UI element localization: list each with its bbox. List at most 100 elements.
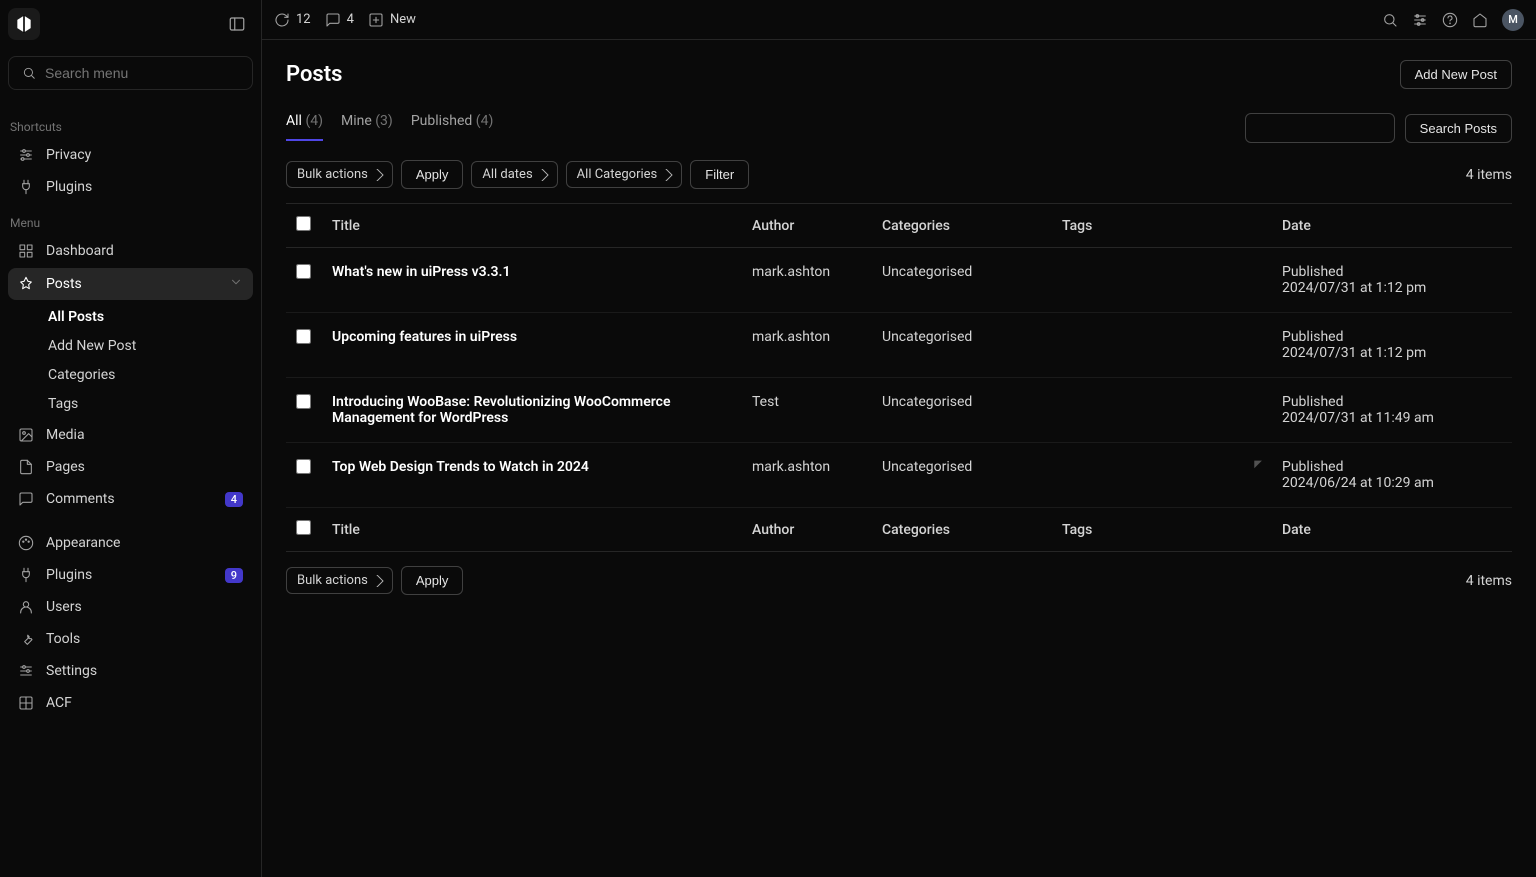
posts-submenu: All Posts Add New Post Categories Tags bbox=[8, 300, 253, 418]
search-icon[interactable] bbox=[1382, 12, 1398, 28]
table-row: Introducing WooBase: Revolutionizing Woo… bbox=[286, 378, 1512, 443]
col-date[interactable]: Date bbox=[1272, 508, 1512, 552]
topbar-updates[interactable]: 12 bbox=[274, 12, 311, 28]
updates-count: 12 bbox=[296, 12, 311, 27]
row-categories[interactable]: Uncategorised bbox=[872, 443, 1052, 508]
comments-count: 4 bbox=[347, 12, 354, 27]
apply-button[interactable]: Apply bbox=[401, 160, 464, 189]
nav-pages[interactable]: Pages bbox=[8, 452, 253, 482]
apply-button-bottom[interactable]: Apply bbox=[401, 566, 464, 595]
row-checkbox[interactable] bbox=[296, 394, 311, 409]
row-checkbox[interactable] bbox=[296, 459, 311, 474]
row-author[interactable]: mark.ashton bbox=[742, 248, 872, 313]
row-author[interactable]: mark.ashton bbox=[742, 313, 872, 378]
search-menu-field[interactable] bbox=[45, 65, 240, 81]
sliders-icon bbox=[18, 663, 34, 679]
plus-square-icon bbox=[368, 12, 384, 28]
row-title[interactable]: Introducing WooBase: Revolutionizing Woo… bbox=[322, 378, 742, 443]
row-categories[interactable]: Uncategorised bbox=[872, 313, 1052, 378]
nav-comments[interactable]: Comments 4 bbox=[8, 484, 253, 514]
shortcut-privacy[interactable]: Privacy bbox=[8, 140, 253, 170]
col-title[interactable]: Title bbox=[322, 204, 742, 248]
search-icon bbox=[21, 65, 37, 81]
comments-badge: 4 bbox=[225, 492, 243, 507]
col-title[interactable]: Title bbox=[322, 508, 742, 552]
add-new-post-button[interactable]: Add New Post bbox=[1400, 60, 1512, 89]
chevron-down-icon bbox=[229, 275, 243, 293]
plugins-badge: 9 bbox=[225, 568, 243, 583]
nav-acf[interactable]: ACF bbox=[8, 688, 253, 718]
col-date[interactable]: Date bbox=[1272, 204, 1512, 248]
topbar-comments[interactable]: 4 bbox=[325, 12, 354, 28]
nav-dashboard[interactable]: Dashboard bbox=[8, 236, 253, 266]
col-author[interactable]: Author bbox=[742, 508, 872, 552]
row-author[interactable]: mark.ashton bbox=[742, 443, 872, 508]
submenu-categories[interactable]: Categories bbox=[36, 361, 253, 389]
tab-published[interactable]: Published (4) bbox=[411, 113, 494, 141]
nav-appearance[interactable]: Appearance bbox=[8, 528, 253, 558]
row-categories[interactable]: Uncategorised bbox=[872, 378, 1052, 443]
tab-mine[interactable]: Mine (3) bbox=[341, 113, 393, 141]
row-title[interactable]: Top Web Design Trends to Watch in 2024 bbox=[322, 443, 742, 508]
submenu-all-posts[interactable]: All Posts bbox=[36, 303, 253, 331]
tab-count: (3) bbox=[375, 113, 393, 129]
col-author[interactable]: Author bbox=[742, 204, 872, 248]
nav-label: Plugins bbox=[46, 179, 243, 195]
row-checkbox[interactable] bbox=[296, 264, 311, 279]
select-all-checkbox[interactable] bbox=[296, 216, 311, 231]
user-avatar[interactable]: M bbox=[1502, 9, 1524, 31]
palette-icon bbox=[18, 535, 34, 551]
app-logo[interactable] bbox=[8, 8, 40, 40]
shortcuts-label: Shortcuts bbox=[8, 116, 253, 138]
users-icon bbox=[18, 599, 34, 615]
nav-plugins[interactable]: Plugins 9 bbox=[8, 560, 253, 590]
status-tabs: All (4) Mine (3) Published (4) bbox=[286, 113, 493, 142]
table-row: Upcoming features in uiPress mark.ashton… bbox=[286, 313, 1512, 378]
row-checkbox[interactable] bbox=[296, 329, 311, 344]
posts-search-input[interactable] bbox=[1245, 113, 1395, 143]
help-icon[interactable] bbox=[1442, 12, 1458, 28]
row-tags: ◤ bbox=[1052, 443, 1272, 508]
col-categories[interactable]: Categories bbox=[872, 508, 1052, 552]
search-menu-input[interactable] bbox=[8, 56, 253, 90]
tab-label: Mine bbox=[341, 113, 372, 129]
nav-users[interactable]: Users bbox=[8, 592, 253, 622]
nav-label: Privacy bbox=[46, 147, 243, 163]
search-posts-button[interactable]: Search Posts bbox=[1405, 114, 1512, 143]
bulk-actions-select-bottom[interactable]: Bulk actions bbox=[286, 567, 393, 594]
nav-posts[interactable]: Posts bbox=[8, 268, 253, 300]
bulk-actions-select[interactable]: Bulk actions bbox=[286, 161, 393, 188]
page-title: Posts bbox=[286, 62, 342, 87]
nav-label: Comments bbox=[46, 491, 213, 507]
tab-count: (4) bbox=[305, 113, 323, 129]
row-categories[interactable]: Uncategorised bbox=[872, 248, 1052, 313]
settings-icon[interactable] bbox=[1412, 12, 1428, 28]
nav-tools[interactable]: Tools bbox=[8, 624, 253, 654]
submenu-add-post[interactable]: Add New Post bbox=[36, 332, 253, 360]
nav-settings[interactable]: Settings bbox=[8, 656, 253, 686]
row-author[interactable]: Test bbox=[742, 378, 872, 443]
col-tags[interactable]: Tags bbox=[1052, 508, 1272, 552]
select-all-checkbox-bottom[interactable] bbox=[296, 520, 311, 535]
sidebar-collapse-icon[interactable] bbox=[223, 10, 251, 38]
col-categories[interactable]: Categories bbox=[872, 204, 1052, 248]
comment-icon bbox=[325, 12, 341, 28]
tab-label: All bbox=[286, 113, 302, 129]
dates-select[interactable]: All dates bbox=[471, 161, 557, 188]
row-title[interactable]: What's new in uiPress v3.3.1 bbox=[322, 248, 742, 313]
topbar-new[interactable]: New bbox=[368, 12, 416, 28]
nav-media[interactable]: Media bbox=[8, 420, 253, 450]
nav-label: Pages bbox=[46, 459, 243, 475]
col-tags[interactable]: Tags bbox=[1052, 204, 1272, 248]
row-title[interactable]: Upcoming features in uiPress bbox=[322, 313, 742, 378]
categories-select[interactable]: All Categories bbox=[566, 161, 683, 188]
wrench-icon bbox=[18, 631, 34, 647]
sliders-icon bbox=[18, 147, 34, 163]
plug-icon bbox=[18, 179, 34, 195]
filter-button[interactable]: Filter bbox=[690, 160, 749, 189]
home-icon[interactable] bbox=[1472, 12, 1488, 28]
tab-all[interactable]: All (4) bbox=[286, 113, 323, 141]
shortcut-plugins[interactable]: Plugins bbox=[8, 172, 253, 202]
submenu-tags[interactable]: Tags bbox=[36, 390, 253, 418]
plug-icon bbox=[18, 567, 34, 583]
